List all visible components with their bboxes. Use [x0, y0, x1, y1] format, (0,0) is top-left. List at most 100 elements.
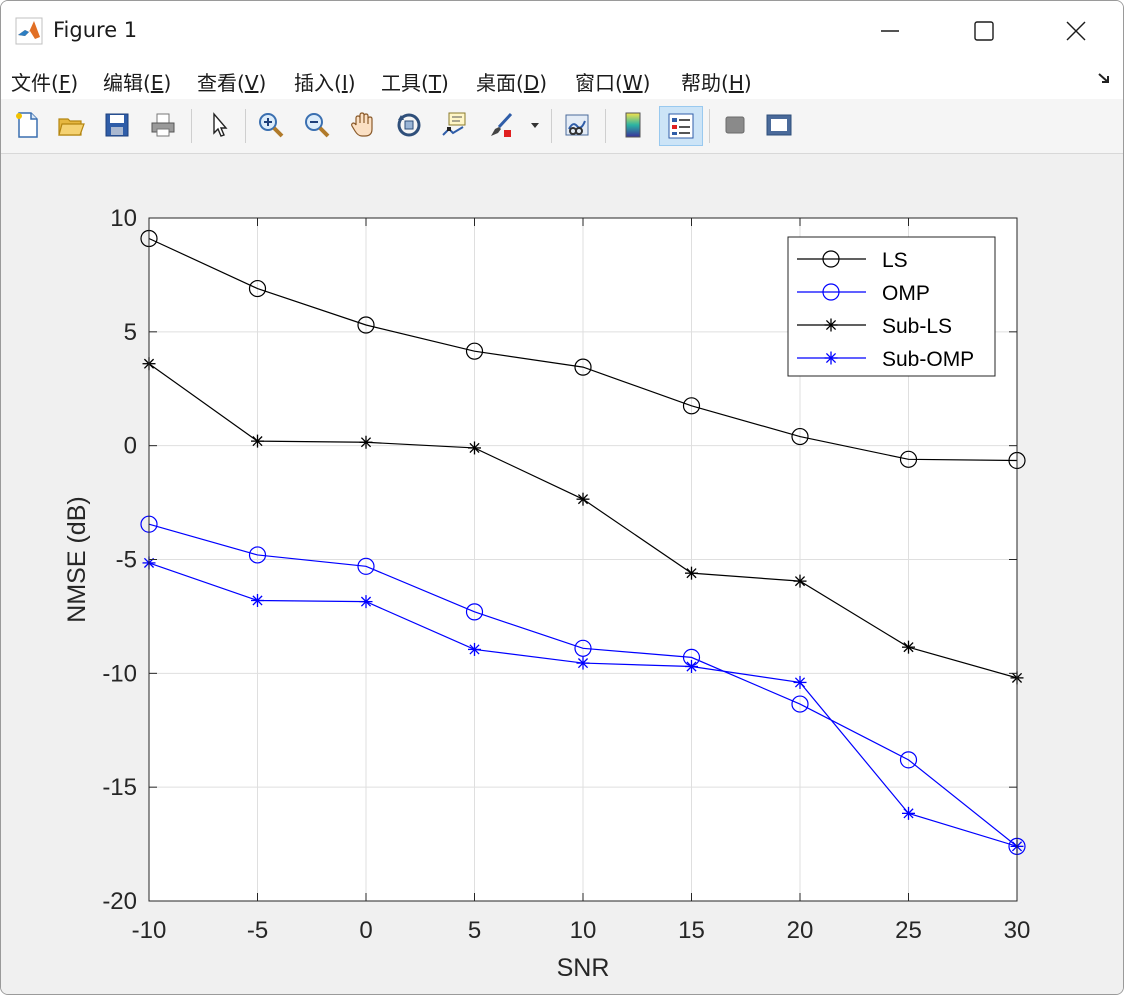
- new-figure-button[interactable]: [9, 107, 45, 143]
- asterisk-marker: [359, 435, 373, 449]
- menu-insert[interactable]: 插入(I): [294, 67, 356, 96]
- hide-plot-tools-button[interactable]: [717, 107, 753, 143]
- x-tick-label: 15: [678, 917, 705, 944]
- menu-window[interactable]: 窗口(W): [575, 67, 650, 96]
- chevron-down-icon: [531, 123, 539, 128]
- print-icon: [151, 113, 175, 137]
- link-plot-button[interactable]: [559, 107, 595, 143]
- title-bar[interactable]: Figure 1: [1, 1, 1123, 61]
- legend-label: Sub-OMP: [882, 348, 974, 371]
- menu-bar: 文件(F) 编辑(E) 查看(V) 插入(I) 工具(T) 桌面(D) 窗口(W…: [1, 61, 1123, 99]
- menu-tools[interactable]: 工具(T): [381, 67, 449, 96]
- asterisk-marker: [576, 656, 590, 670]
- asterisk-marker: [359, 595, 373, 609]
- toolbar-separator: [191, 109, 192, 143]
- legend-label: OMP: [882, 282, 930, 305]
- toolbar-separator: [551, 109, 552, 143]
- brush-icon: [491, 112, 513, 137]
- hide-plot-tools-icon: [725, 116, 745, 134]
- show-plot-tools-icon: [766, 114, 792, 136]
- zoom-out-icon: [305, 113, 330, 138]
- insert-legend-button[interactable]: [659, 106, 703, 146]
- maximize-icon: [974, 21, 994, 41]
- toolbar-separator: [245, 109, 246, 143]
- x-tick-label: 30: [1004, 917, 1031, 944]
- legend-icon: [668, 113, 694, 139]
- x-tick-label: 10: [570, 917, 597, 944]
- show-plot-tools-button[interactable]: [761, 107, 797, 143]
- window-title: Figure 1: [53, 18, 138, 42]
- asterisk-marker: [251, 434, 264, 448]
- x-tick-label: 25: [895, 917, 922, 944]
- toolbar-separator: [605, 109, 606, 143]
- x-tick-label: 20: [787, 917, 814, 944]
- save-icon: [105, 113, 129, 137]
- asterisk-marker: [793, 675, 807, 689]
- asterisk-marker: [685, 566, 698, 580]
- data-cursor-button[interactable]: [437, 107, 473, 143]
- asterisk-marker: [793, 574, 807, 588]
- asterisk-marker: [902, 806, 915, 820]
- close-icon: [1066, 21, 1086, 41]
- figure-canvas-area: -10 -5 0 5 10 15 20 25 30 10 5 0 -5 -10 -15 -20 SNR NMS…: [1, 154, 1123, 994]
- x-tick-label: 5: [468, 917, 481, 944]
- x-tick-label: -10: [132, 917, 167, 944]
- zoom-in-icon: [259, 113, 284, 138]
- x-tick-label: 0: [359, 917, 372, 944]
- toolbar: [1, 99, 1123, 154]
- open-file-icon: [58, 118, 85, 136]
- minimize-button[interactable]: [843, 1, 937, 61]
- legend-label: Sub-LS: [882, 315, 952, 338]
- asterisk-marker: [468, 441, 481, 455]
- open-file-button[interactable]: [53, 107, 89, 143]
- pan-hand-icon: [351, 112, 373, 137]
- asterisk-marker: [468, 642, 481, 656]
- x-axis-label: SNR: [557, 954, 610, 982]
- save-button[interactable]: [99, 107, 135, 143]
- y-tick-label: 5: [124, 319, 137, 346]
- link-plot-icon: [565, 114, 589, 136]
- data-cursor-icon: [442, 112, 466, 136]
- asterisk-marker: [902, 640, 915, 654]
- y-axis-label: NMSE (dB): [63, 496, 91, 622]
- maximize-button[interactable]: [937, 1, 1031, 61]
- nmse-chart[interactable]: -10 -5 0 5 10 15 20 25 30 10 5 0 -5 -10 -15 -20 SNR NMS…: [1, 154, 1123, 994]
- y-tick-label: -20: [102, 888, 137, 915]
- asterisk-marker: [576, 492, 590, 506]
- menu-view[interactable]: 查看(V): [197, 67, 266, 96]
- select-arrow-icon: [213, 112, 228, 137]
- rotate-3d-icon: [397, 113, 421, 137]
- y-tick-label: -15: [102, 774, 137, 801]
- brush-dropdown-button[interactable]: [525, 107, 545, 143]
- asterisk-marker: [685, 660, 698, 674]
- legend[interactable]: LS OMP Sub-LS Sub-OMP: [787, 236, 996, 377]
- toolbar-separator: [709, 109, 710, 143]
- menu-file[interactable]: 文件(F): [11, 67, 78, 96]
- zoom-in-button[interactable]: [253, 107, 289, 143]
- y-tick-label: -10: [102, 660, 137, 687]
- new-figure-icon: [16, 112, 38, 138]
- y-tick-label: 0: [124, 433, 137, 460]
- menu-edit[interactable]: 编辑(E): [103, 67, 171, 96]
- zoom-out-button[interactable]: [299, 107, 335, 143]
- pan-button[interactable]: [345, 107, 381, 143]
- figure-window: Figure 1 文件(F) 编辑(E) 查看(V) 插入(I) 工具(T) 桌…: [0, 0, 1124, 995]
- menu-desktop[interactable]: 桌面(D): [476, 67, 547, 96]
- matlab-logo-icon: [15, 17, 43, 45]
- print-button[interactable]: [145, 107, 181, 143]
- insert-colorbar-button[interactable]: [615, 107, 651, 143]
- brush-button[interactable]: [483, 107, 519, 143]
- legend-label: LS: [882, 249, 908, 272]
- menu-help[interactable]: 帮助(H): [681, 67, 752, 96]
- x-tick-label: -5: [247, 917, 268, 944]
- dock-arrow-icon[interactable]: [1097, 71, 1113, 87]
- asterisk-marker: [824, 351, 838, 365]
- select-tool-button[interactable]: [201, 107, 237, 143]
- asterisk-marker: [251, 593, 264, 607]
- close-button[interactable]: [1029, 1, 1123, 61]
- rotate-3d-button[interactable]: [391, 107, 427, 143]
- minimize-icon: [881, 30, 899, 32]
- asterisk-marker: [824, 318, 838, 332]
- colorbar-icon: [625, 112, 641, 138]
- y-tick-label: -5: [116, 547, 137, 574]
